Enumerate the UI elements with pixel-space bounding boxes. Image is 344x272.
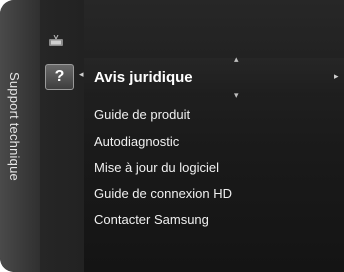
down-caret-icon: ▾ [234, 90, 239, 100]
menu-item-hd-connection-guide[interactable]: Guide de connexion HD [94, 186, 232, 201]
menu-item-contact-samsung[interactable]: Contacter Samsung [94, 212, 209, 227]
menu-item-software-upgrade[interactable]: Mise à jour du logiciel [94, 160, 219, 175]
left-arrow-icon: ◂ [79, 69, 84, 79]
tv-antenna-icon[interactable] [48, 35, 64, 47]
up-caret-icon: ▴ [234, 54, 239, 64]
category-title: Support technique [7, 72, 22, 181]
menu-item-self-diagnosis[interactable]: Autodiagnostic [94, 134, 179, 149]
help-question-icon[interactable]: ? [45, 64, 74, 90]
right-arrow-icon: ▸ [334, 71, 339, 81]
menu-panel: Support technique ? ◂ Avis juridique ▴ ▾… [0, 0, 344, 272]
menu-item-product-guide[interactable]: Guide de produit [94, 107, 190, 122]
selected-item-label: Avis juridique [94, 69, 193, 86]
